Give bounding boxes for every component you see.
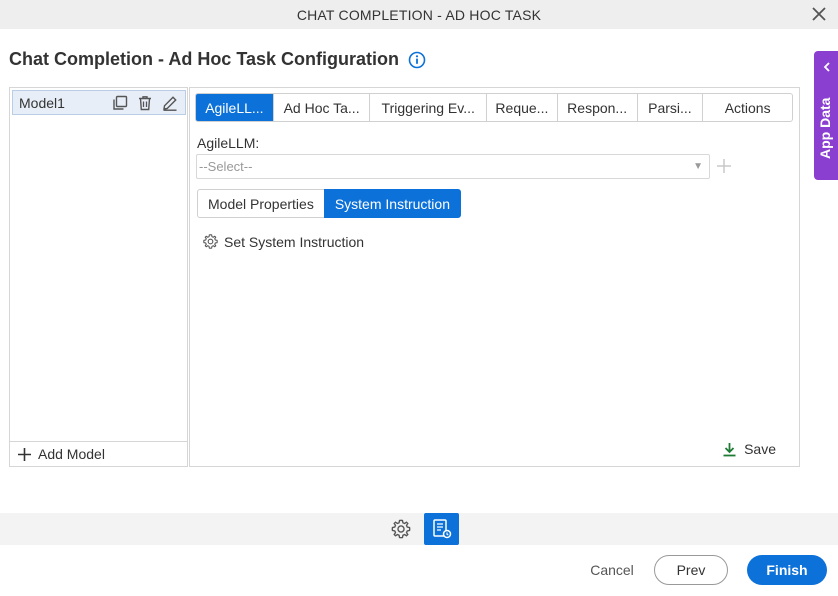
tab-triggering-events[interactable]: Triggering Ev...: [370, 94, 488, 121]
prev-button[interactable]: Prev: [654, 555, 728, 585]
edit-icon[interactable]: [161, 94, 179, 112]
bottom-toolbar: [0, 513, 838, 545]
configuration-panel: AgileLL... Ad Hoc Ta... Triggering Ev...…: [189, 87, 800, 467]
close-icon[interactable]: [810, 5, 828, 23]
copy-icon[interactable]: [111, 94, 129, 112]
delete-icon[interactable]: [136, 94, 154, 112]
config-tabs: AgileLL... Ad Hoc Ta... Triggering Ev...…: [195, 93, 793, 122]
settings-gear-icon[interactable]: [390, 518, 412, 540]
page-title: Chat Completion - Ad Hoc Task Configurat…: [9, 49, 399, 69]
tab-agilellm[interactable]: AgileLL...: [196, 94, 274, 121]
app-data-tab[interactable]: App Data: [814, 51, 838, 180]
plus-icon: [18, 447, 31, 461]
agilellm-select-value: --Select--: [199, 159, 253, 174]
sub-tabs: Model Properties System Instruction: [197, 189, 461, 218]
save-label: Save: [744, 441, 776, 457]
app-data-label: App Data: [817, 97, 833, 159]
tab-parsing[interactable]: Parsi...: [638, 94, 704, 121]
tab-request[interactable]: Reque...: [487, 94, 558, 121]
add-model-label: Add Model: [38, 446, 105, 462]
save-button[interactable]: Save: [722, 441, 776, 457]
set-system-instruction-label: Set System Instruction: [224, 233, 365, 250]
gear-icon: [203, 234, 218, 249]
chevron-left-icon: [823, 62, 830, 72]
set-system-instruction-button[interactable]: Set System Instruction: [202, 233, 364, 250]
document-view-button[interactable]: [424, 513, 459, 545]
add-agilellm-icon[interactable]: [715, 157, 733, 175]
agilellm-label: AgileLLM:: [197, 135, 260, 151]
model-name: Model1: [19, 94, 65, 111]
info-icon[interactable]: [408, 51, 426, 69]
model-list-panel: Model1 Add Model: [9, 87, 188, 467]
download-icon: [723, 442, 736, 456]
window-titlebar: CHAT COMPLETION - AD HOC TASK: [0, 0, 838, 29]
document-icon: [432, 519, 451, 539]
finish-button[interactable]: Finish: [747, 555, 827, 585]
tab-response[interactable]: Respon...: [558, 94, 638, 121]
tab-ad-hoc-task[interactable]: Ad Hoc Ta...: [274, 94, 371, 121]
add-model-button[interactable]: Add Model: [10, 441, 187, 466]
dropdown-arrow-icon: ▼: [693, 161, 703, 172]
cancel-button[interactable]: Cancel: [588, 556, 636, 584]
page-heading: Chat Completion - Ad Hoc Task Configurat…: [9, 49, 426, 70]
agilellm-select[interactable]: --Select-- ▼: [196, 154, 710, 179]
window-title: CHAT COMPLETION - AD HOC TASK: [296, 6, 542, 23]
subtab-system-instruction[interactable]: System Instruction: [323, 189, 461, 218]
tab-actions[interactable]: Actions: [703, 94, 792, 121]
model-actions: [111, 94, 179, 112]
model-list-item[interactable]: Model1: [12, 90, 186, 115]
subtab-model-properties[interactable]: Model Properties: [197, 189, 324, 218]
